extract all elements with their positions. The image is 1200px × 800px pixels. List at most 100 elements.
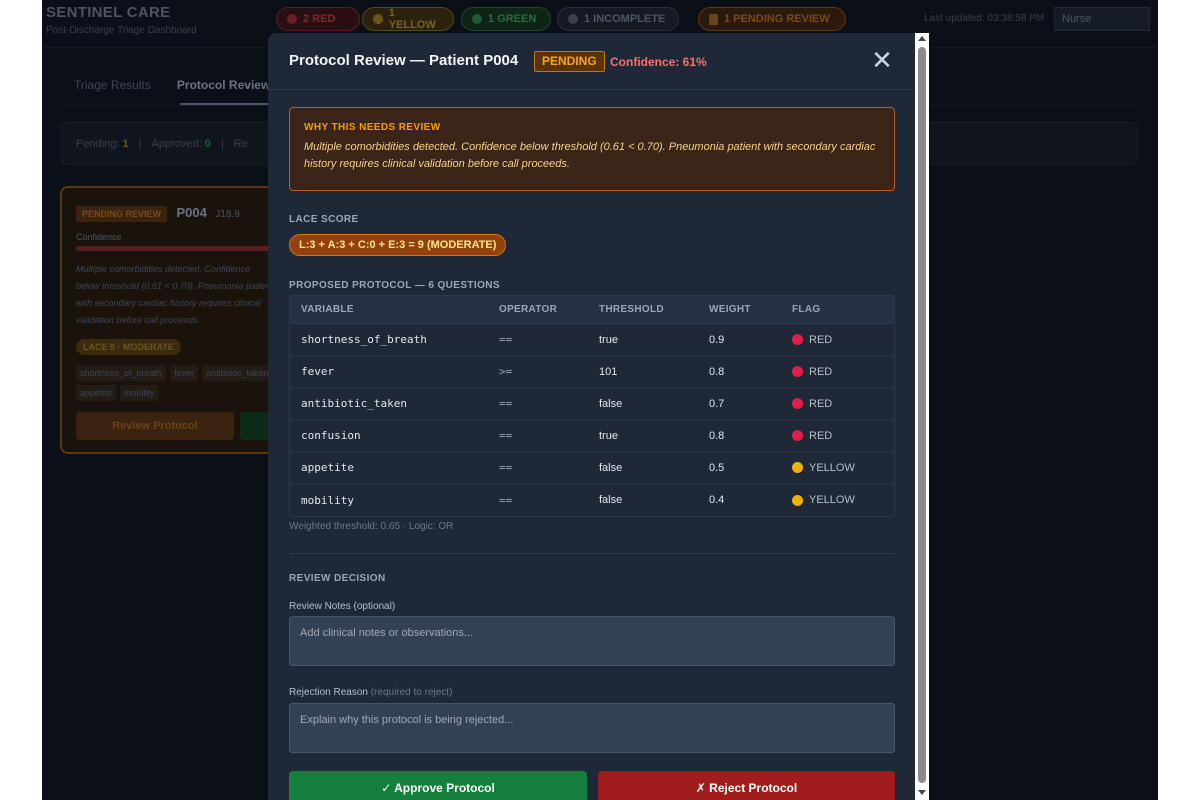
lace-score-label: LACE SCORE [289, 214, 359, 225]
review-decision-label: REVIEW DECISION [289, 573, 386, 584]
operator-cell: == [499, 429, 513, 442]
flag-cell: RED [792, 356, 832, 387]
weight-cell: 0.9 [709, 333, 725, 346]
operator-cell: == [499, 461, 513, 474]
table-row: antibiotic_taken == false 0.7 RED [290, 388, 894, 420]
yellow-count-pill[interactable]: 1 YELLOW [362, 7, 454, 31]
status-badge: PENDING [534, 51, 605, 72]
variable-tag: appetite [76, 385, 117, 401]
threshold-cell: false [599, 397, 623, 410]
flag-label: RED [809, 365, 833, 378]
column-header: WEIGHT [709, 304, 751, 315]
flag-cell: RED [792, 388, 832, 419]
green-count-label: 1 GREEN [488, 13, 537, 25]
flag-cell: RED [792, 324, 832, 355]
scroll-down-arrow-icon[interactable] [918, 790, 926, 795]
threshold-cell: false [599, 494, 623, 506]
stat-separator: | [220, 138, 224, 150]
rejected-stat: Re [233, 138, 248, 150]
modal-title: Protocol Review — Patient P004 [289, 52, 519, 69]
table-row: appetite == false 0.5 YELLOW [290, 452, 894, 484]
lace-badge: LACE 9 · MODERATE [76, 339, 181, 355]
approve-protocol-button[interactable]: ✓ Approve Protocol [289, 771, 587, 800]
flag-cell: YELLOW [792, 484, 855, 516]
modal-header: Protocol Review — Patient P004 PENDING C… [268, 33, 929, 90]
weight-cell: 0.4 [709, 494, 725, 506]
variable-tags: shortness_of_breath fever antibiotic_tak… [76, 365, 281, 401]
confidence-label: Confidence [76, 232, 122, 242]
confidence-bar [76, 246, 286, 251]
operator-cell: >= [499, 365, 513, 378]
column-header: OPERATOR [499, 304, 558, 315]
notes-field-label: Review Notes (optional) [289, 601, 396, 612]
threshold-cell: true [599, 333, 618, 346]
yellow-count-label: 1 YELLOW [388, 7, 436, 31]
incomplete-count-label: 1 INCOMPLETE [584, 13, 666, 25]
close-icon[interactable]: ✕ [870, 47, 894, 73]
stat-separator: | [138, 138, 142, 150]
weight-cell: 0.7 [709, 397, 725, 410]
review-notes-input[interactable] [289, 616, 895, 666]
variable-cell: appetite [301, 461, 354, 474]
column-header: THRESHOLD [599, 304, 664, 315]
reject-protocol-button[interactable]: ✗ Reject Protocol [598, 771, 895, 800]
rejection-reason-input[interactable] [289, 703, 895, 753]
why-review-alert: WHY THIS NEEDS REVIEW Multiple comorbidi… [289, 107, 895, 191]
confidence-text: Confidence: 61% [610, 55, 707, 69]
red-dot-icon [287, 14, 297, 24]
pending-stat: Pending: 1 [76, 138, 129, 150]
modal-scrollbar[interactable] [915, 33, 929, 800]
why-review-text: Multiple comorbidities detected. Confide… [304, 141, 876, 170]
flag-label: RED [809, 397, 833, 410]
diagnosis-code: J18.9 [215, 209, 240, 220]
column-header: VARIABLE [301, 304, 354, 315]
variable-cell: shortness_of_breath [301, 333, 427, 346]
review-protocol-button[interactable]: Review Protocol [76, 412, 234, 440]
flag-dot-icon [792, 462, 803, 473]
app-subtitle: Post-Discharge Triage Dashboard [46, 25, 197, 36]
threshold-cell: true [599, 429, 618, 442]
pending-review-pill[interactable]: 1 PENDING REVIEW [698, 7, 846, 31]
patient-card-p004[interactable]: PENDING REVIEW P004 J18.9 Confidence Mul… [60, 186, 300, 454]
tab-triage-results[interactable]: Triage Results [74, 78, 151, 92]
green-count-pill[interactable]: 1 GREEN [461, 7, 551, 31]
flag-label: YELLOW [809, 461, 855, 474]
threshold-cell: 101 [599, 365, 618, 378]
table-row: confusion == true 0.8 RED [290, 420, 894, 452]
protocol-table: VARIABLE OPERATOR THRESHOLD WEIGHT FLAG … [289, 295, 895, 517]
column-header: FLAG [792, 304, 821, 315]
variable-cell: mobility [301, 493, 354, 507]
patient-id: P004 [176, 205, 207, 220]
why-review-title: WHY THIS NEEDS REVIEW [304, 122, 441, 133]
pending-review-label: 1 PENDING REVIEW [724, 13, 830, 25]
green-dot-icon [472, 14, 482, 24]
tab-protocol-review[interactable]: Protocol Review [177, 78, 270, 92]
red-count-label: 2 RED [303, 13, 336, 25]
table-row: shortness_of_breath == true 0.9 RED [290, 324, 894, 356]
role-select[interactable]: Nurse [1054, 7, 1150, 31]
last-updated: Last updated: 03:38:58 PM [924, 13, 1045, 24]
red-count-pill[interactable]: 2 RED [276, 7, 360, 31]
flag-dot-icon [792, 494, 803, 506]
threshold-note: Weighted threshold: 0.65 · Logic: OR [289, 521, 454, 532]
brand: SENTINEL CARE Post-Discharge Triage Dash… [46, 4, 197, 36]
section-divider [289, 553, 895, 554]
status-badge: PENDING REVIEW [76, 206, 168, 222]
scroll-up-arrow-icon[interactable] [918, 36, 926, 41]
approved-stat: Approved: 0 [151, 138, 211, 150]
variable-tag: fever [170, 365, 199, 381]
variable-tag: antibiotic_taken [202, 365, 273, 381]
flag-dot-icon [792, 366, 803, 377]
yellow-dot-icon [373, 14, 383, 24]
flag-dot-icon [792, 334, 803, 345]
table-header-row: VARIABLE OPERATOR THRESHOLD WEIGHT FLAG [290, 296, 894, 324]
app-title: SENTINEL CARE [46, 4, 171, 21]
table-row: mobility == false 0.4 YELLOW [290, 484, 894, 516]
protocol-review-modal: Protocol Review — Patient P004 PENDING C… [268, 33, 929, 800]
card-reason-text: Multiple comorbidities detected. Confide… [76, 264, 273, 325]
lace-score-pill: L:3 + A:3 + C:0 + E:3 = 9 (MODERATE) [289, 234, 507, 256]
table-body: shortness_of_breath == true 0.9 RED fever >= 10… [290, 324, 894, 516]
incomplete-count-pill[interactable]: 1 INCOMPLETE [557, 7, 679, 31]
scroll-thumb[interactable] [918, 47, 926, 783]
flag-dot-icon [792, 398, 803, 409]
